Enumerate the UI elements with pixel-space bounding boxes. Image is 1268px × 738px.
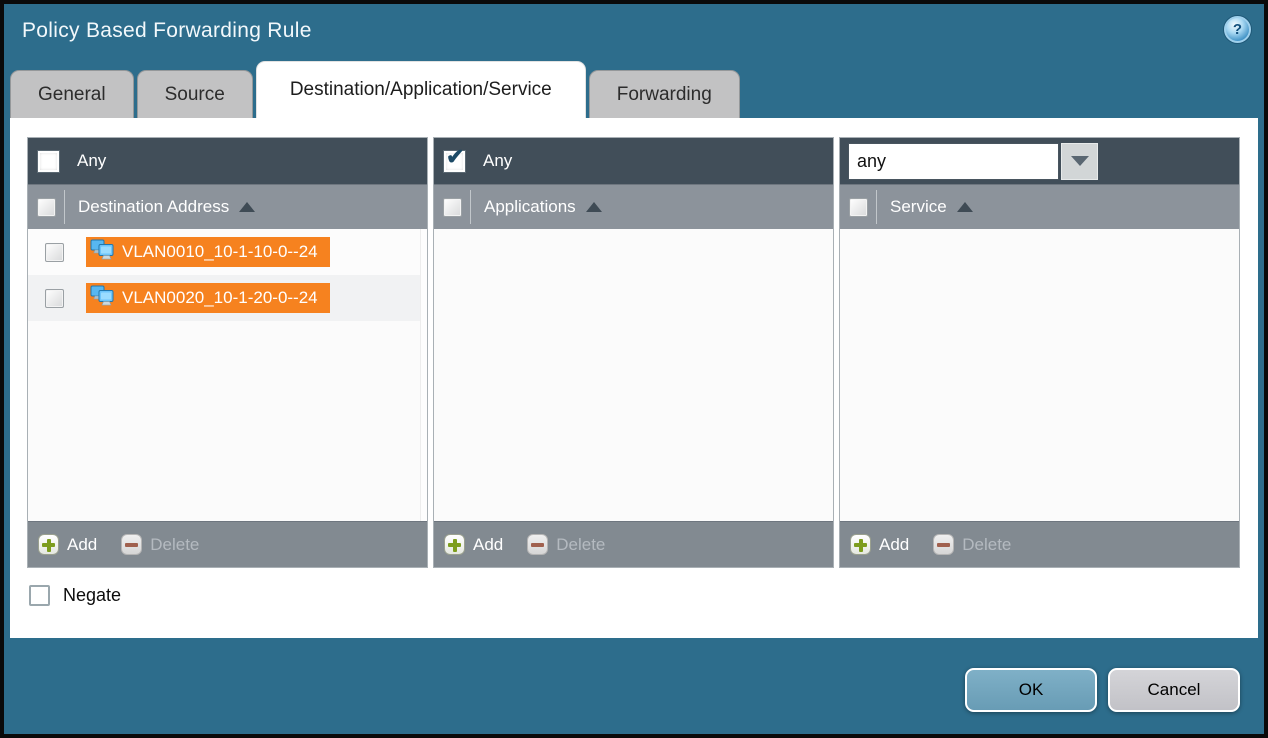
negate-row: Negate (29, 585, 1258, 606)
sort-ascending-icon[interactable] (957, 202, 973, 212)
screenshot-frame: Policy Based Forwarding Rule ? General S… (0, 0, 1268, 738)
destination-delete-button: Delete (150, 535, 199, 555)
service-column-header-row[interactable]: Service (840, 184, 1239, 229)
help-icon[interactable]: ? (1224, 16, 1251, 43)
add-icon[interactable] (38, 534, 59, 555)
list-item: VLAN0020_10-1-20-0--24 (28, 275, 427, 321)
service-list (840, 229, 1239, 521)
policy-based-forwarding-dialog: Policy Based Forwarding Rule ? General S… (4, 4, 1264, 734)
destination-item-checkbox[interactable] (45, 289, 64, 308)
applications-any-label: Any (483, 151, 512, 171)
delete-icon (121, 534, 142, 555)
service-column-header: Service (890, 197, 947, 217)
destination-address-name: VLAN0010_10-1-10-0--24 (122, 242, 318, 262)
address-group-icon (90, 239, 116, 266)
service-panel: Service Add Delete (839, 137, 1240, 568)
destination-any-label: Any (77, 151, 106, 171)
tab-bar: General Source Destination/Application/S… (10, 61, 740, 118)
address-group-icon (90, 285, 116, 312)
sort-ascending-icon[interactable] (239, 202, 255, 212)
applications-delete-button: Delete (556, 535, 605, 555)
negate-label: Negate (63, 585, 121, 606)
delete-icon (527, 534, 548, 555)
delete-icon (933, 534, 954, 555)
destination-any-row: Any (28, 138, 427, 184)
service-dropdown-row (840, 138, 1239, 184)
tab-general[interactable]: General (10, 70, 134, 118)
check-mark: ✔ (446, 144, 464, 170)
column-divider (876, 190, 877, 224)
service-dropdown-button[interactable] (1061, 143, 1098, 180)
service-dropdown (848, 143, 1098, 180)
service-select-all-checkbox[interactable] (849, 198, 868, 217)
cancel-button[interactable]: Cancel (1108, 668, 1240, 712)
sort-ascending-icon[interactable] (586, 202, 602, 212)
destination-column-header: Destination Address (78, 197, 229, 217)
destination-column-header-row[interactable]: Destination Address (28, 184, 427, 229)
service-add-button[interactable]: Add (879, 535, 909, 555)
destination-list: VLAN0010_10-1-10-0--24 (28, 229, 427, 521)
ok-button[interactable]: OK (965, 668, 1097, 712)
destination-address-entry[interactable]: VLAN0010_10-1-10-0--24 (86, 237, 330, 267)
destination-address-panel: Any Destination Address (27, 137, 428, 568)
service-delete-button: Delete (962, 535, 1011, 555)
add-icon[interactable] (850, 534, 871, 555)
destination-select-all-checkbox[interactable] (37, 198, 56, 217)
destination-item-checkbox[interactable] (45, 243, 64, 262)
tab-source[interactable]: Source (137, 70, 253, 118)
list-item: VLAN0010_10-1-10-0--24 (28, 229, 427, 275)
chevron-down-icon (1071, 156, 1089, 166)
applications-list (434, 229, 833, 521)
applications-column-header: Applications (484, 197, 576, 217)
dialog-title: Policy Based Forwarding Rule (22, 19, 312, 43)
column-divider (64, 190, 65, 224)
dialog-buttons: OK Cancel (965, 668, 1240, 712)
applications-column-header-row[interactable]: Applications (434, 184, 833, 229)
tab-forwarding[interactable]: Forwarding (589, 70, 740, 118)
destination-add-button[interactable]: Add (67, 535, 97, 555)
tab-destination-application-service[interactable]: Destination/Application/Service (256, 61, 586, 118)
applications-select-all-checkbox[interactable] (443, 198, 462, 217)
destination-any-checkbox[interactable] (37, 150, 60, 173)
destination-address-name: VLAN0020_10-1-20-0--24 (122, 288, 318, 308)
panels-row: Any Destination Address (10, 118, 1258, 568)
negate-checkbox[interactable] (29, 585, 50, 606)
applications-any-row: ✔ Any (434, 138, 833, 184)
tab-content: Any Destination Address (10, 118, 1258, 638)
scrollbar-track[interactable] (420, 229, 427, 521)
destination-address-entry[interactable]: VLAN0020_10-1-20-0--24 (86, 283, 330, 313)
applications-add-button[interactable]: Add (473, 535, 503, 555)
applications-any-checkbox[interactable]: ✔ (443, 150, 466, 173)
service-dropdown-input[interactable] (848, 143, 1059, 180)
destination-footer-bar: Add Delete (28, 521, 427, 567)
service-footer-bar: Add Delete (840, 521, 1239, 567)
applications-footer-bar: Add Delete (434, 521, 833, 567)
applications-panel: ✔ Any Applications Add (433, 137, 834, 568)
add-icon[interactable] (444, 534, 465, 555)
column-divider (470, 190, 471, 224)
